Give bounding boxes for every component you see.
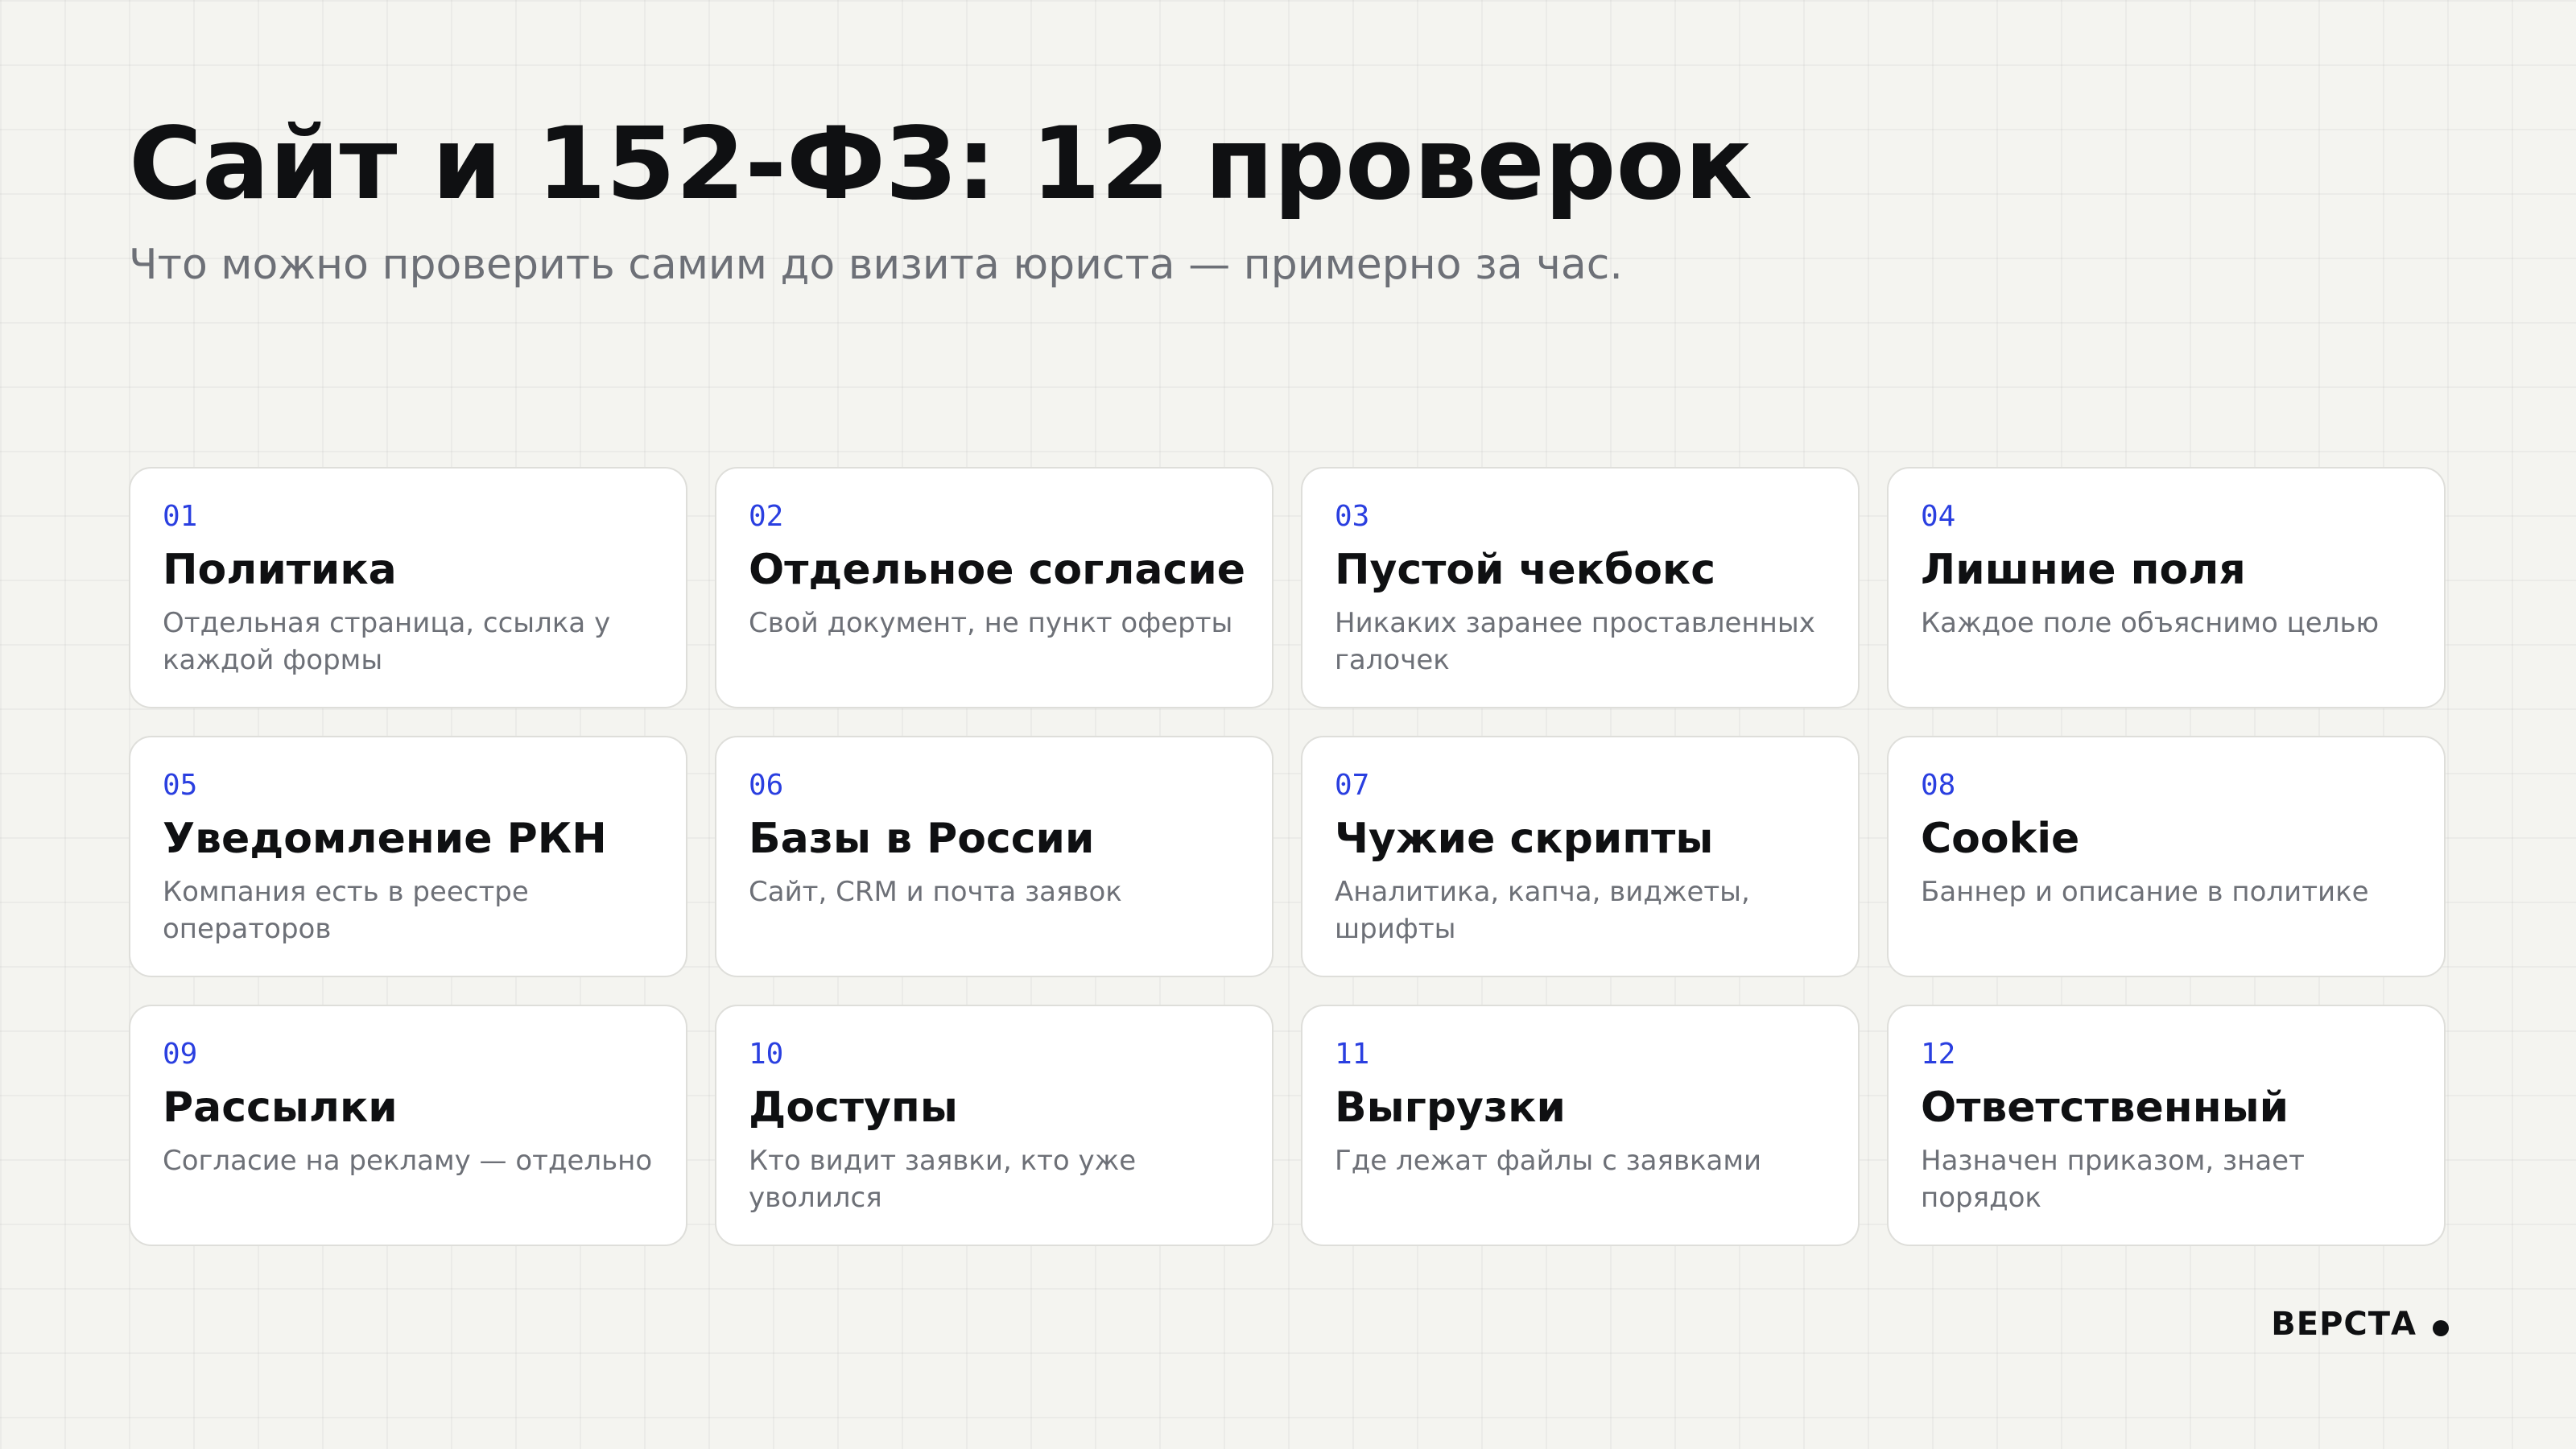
card-number: 05: [163, 769, 198, 802]
check-card-third-party-scripts: 07 Чужие скрипты Аналитика, капча, видже…: [1301, 736, 1860, 977]
check-card-politika: 01 Политика Отдельная страница, ссылка у…: [129, 467, 687, 708]
check-card-responsible: 12 Ответственный Назначен приказом, знае…: [1887, 1005, 2446, 1246]
card-title: Ответственный: [1921, 1084, 2289, 1132]
check-card-separate-consent: 02 Отдельное согласие Свой документ, не …: [715, 467, 1274, 708]
card-number: 06: [749, 769, 784, 802]
card-title: Отдельное согласие: [749, 546, 1246, 594]
card-number: 08: [1921, 769, 1956, 802]
card-title: Чужие скрипты: [1335, 815, 1714, 863]
card-number: 11: [1335, 1038, 1370, 1071]
card-description: Аналитика, капча, виджеты, шрифты: [1335, 876, 1750, 946]
check-card-empty-checkbox: 03 Пустой чекбокс Никаких заранее проста…: [1301, 467, 1860, 708]
card-description: Согласие на рекламу — отдельно: [163, 1145, 653, 1178]
card-title: Уведомление РКН: [163, 815, 607, 863]
card-title: Рассылки: [163, 1084, 398, 1132]
check-card-exports: 11 Выгрузки Где лежат файлы с заявками: [1301, 1005, 1860, 1246]
card-number: 10: [749, 1038, 784, 1071]
card-description: Кто видит заявки, кто уже уволился: [749, 1145, 1137, 1215]
check-card-access: 10 Доступы Кто видит заявки, кто уже уво…: [715, 1005, 1274, 1246]
card-number: 02: [749, 500, 784, 533]
brand-name: ВЕРСТА: [2271, 1306, 2417, 1343]
card-number: 03: [1335, 500, 1370, 533]
card-description: Компания есть в реестре операторов: [163, 876, 529, 946]
checklist-grid: 01 Политика Отдельная страница, ссылка у…: [129, 467, 2447, 1246]
card-description: Свой документ, не пункт оферты: [749, 607, 1233, 640]
brand-logo: ВЕРСТА: [2271, 1306, 2449, 1343]
card-title: Базы в России: [749, 815, 1095, 863]
card-number: 12: [1921, 1038, 1956, 1071]
card-description: Каждое поле объяснимо целью: [1921, 607, 2380, 640]
card-title: Лишние поля: [1921, 546, 2246, 594]
card-description: Отдельная страница, ссылка у каждой форм…: [163, 607, 611, 677]
page-title: Сайт и 152-ФЗ: 12 проверок: [129, 106, 1752, 222]
check-card-cookie: 08 Cookie Баннер и описание в политике: [1887, 736, 2446, 977]
check-card-databases-russia: 06 Базы в России Сайт, CRM и почта заяво…: [715, 736, 1274, 977]
card-title: Политика: [163, 546, 397, 594]
brand-dot-icon: [2433, 1320, 2449, 1336]
card-description: Никаких заранее проставленных галочек: [1335, 607, 1815, 677]
card-description: Сайт, CRM и почта заявок: [749, 876, 1122, 909]
card-number: 04: [1921, 500, 1956, 533]
check-card-extra-fields: 04 Лишние поля Каждое поле объяснимо цел…: [1887, 467, 2446, 708]
card-description: Баннер и описание в политике: [1921, 876, 2369, 909]
card-number: 09: [163, 1038, 198, 1071]
card-number: 01: [163, 500, 198, 533]
card-title: Выгрузки: [1335, 1084, 1566, 1132]
card-description: Назначен приказом, знает порядок: [1921, 1145, 2305, 1215]
card-title: Cookie: [1921, 815, 2080, 863]
card-number: 07: [1335, 769, 1370, 802]
card-title: Пустой чекбокс: [1335, 546, 1716, 594]
card-description: Где лежат файлы с заявками: [1335, 1145, 1762, 1178]
check-card-mailings: 09 Рассылки Согласие на рекламу — отдель…: [129, 1005, 687, 1246]
check-card-rkn-notice: 05 Уведомление РКН Компания есть в реест…: [129, 736, 687, 977]
card-title: Доступы: [749, 1084, 958, 1132]
page-subtitle: Что можно проверить самим до визита юрис…: [129, 241, 1623, 289]
